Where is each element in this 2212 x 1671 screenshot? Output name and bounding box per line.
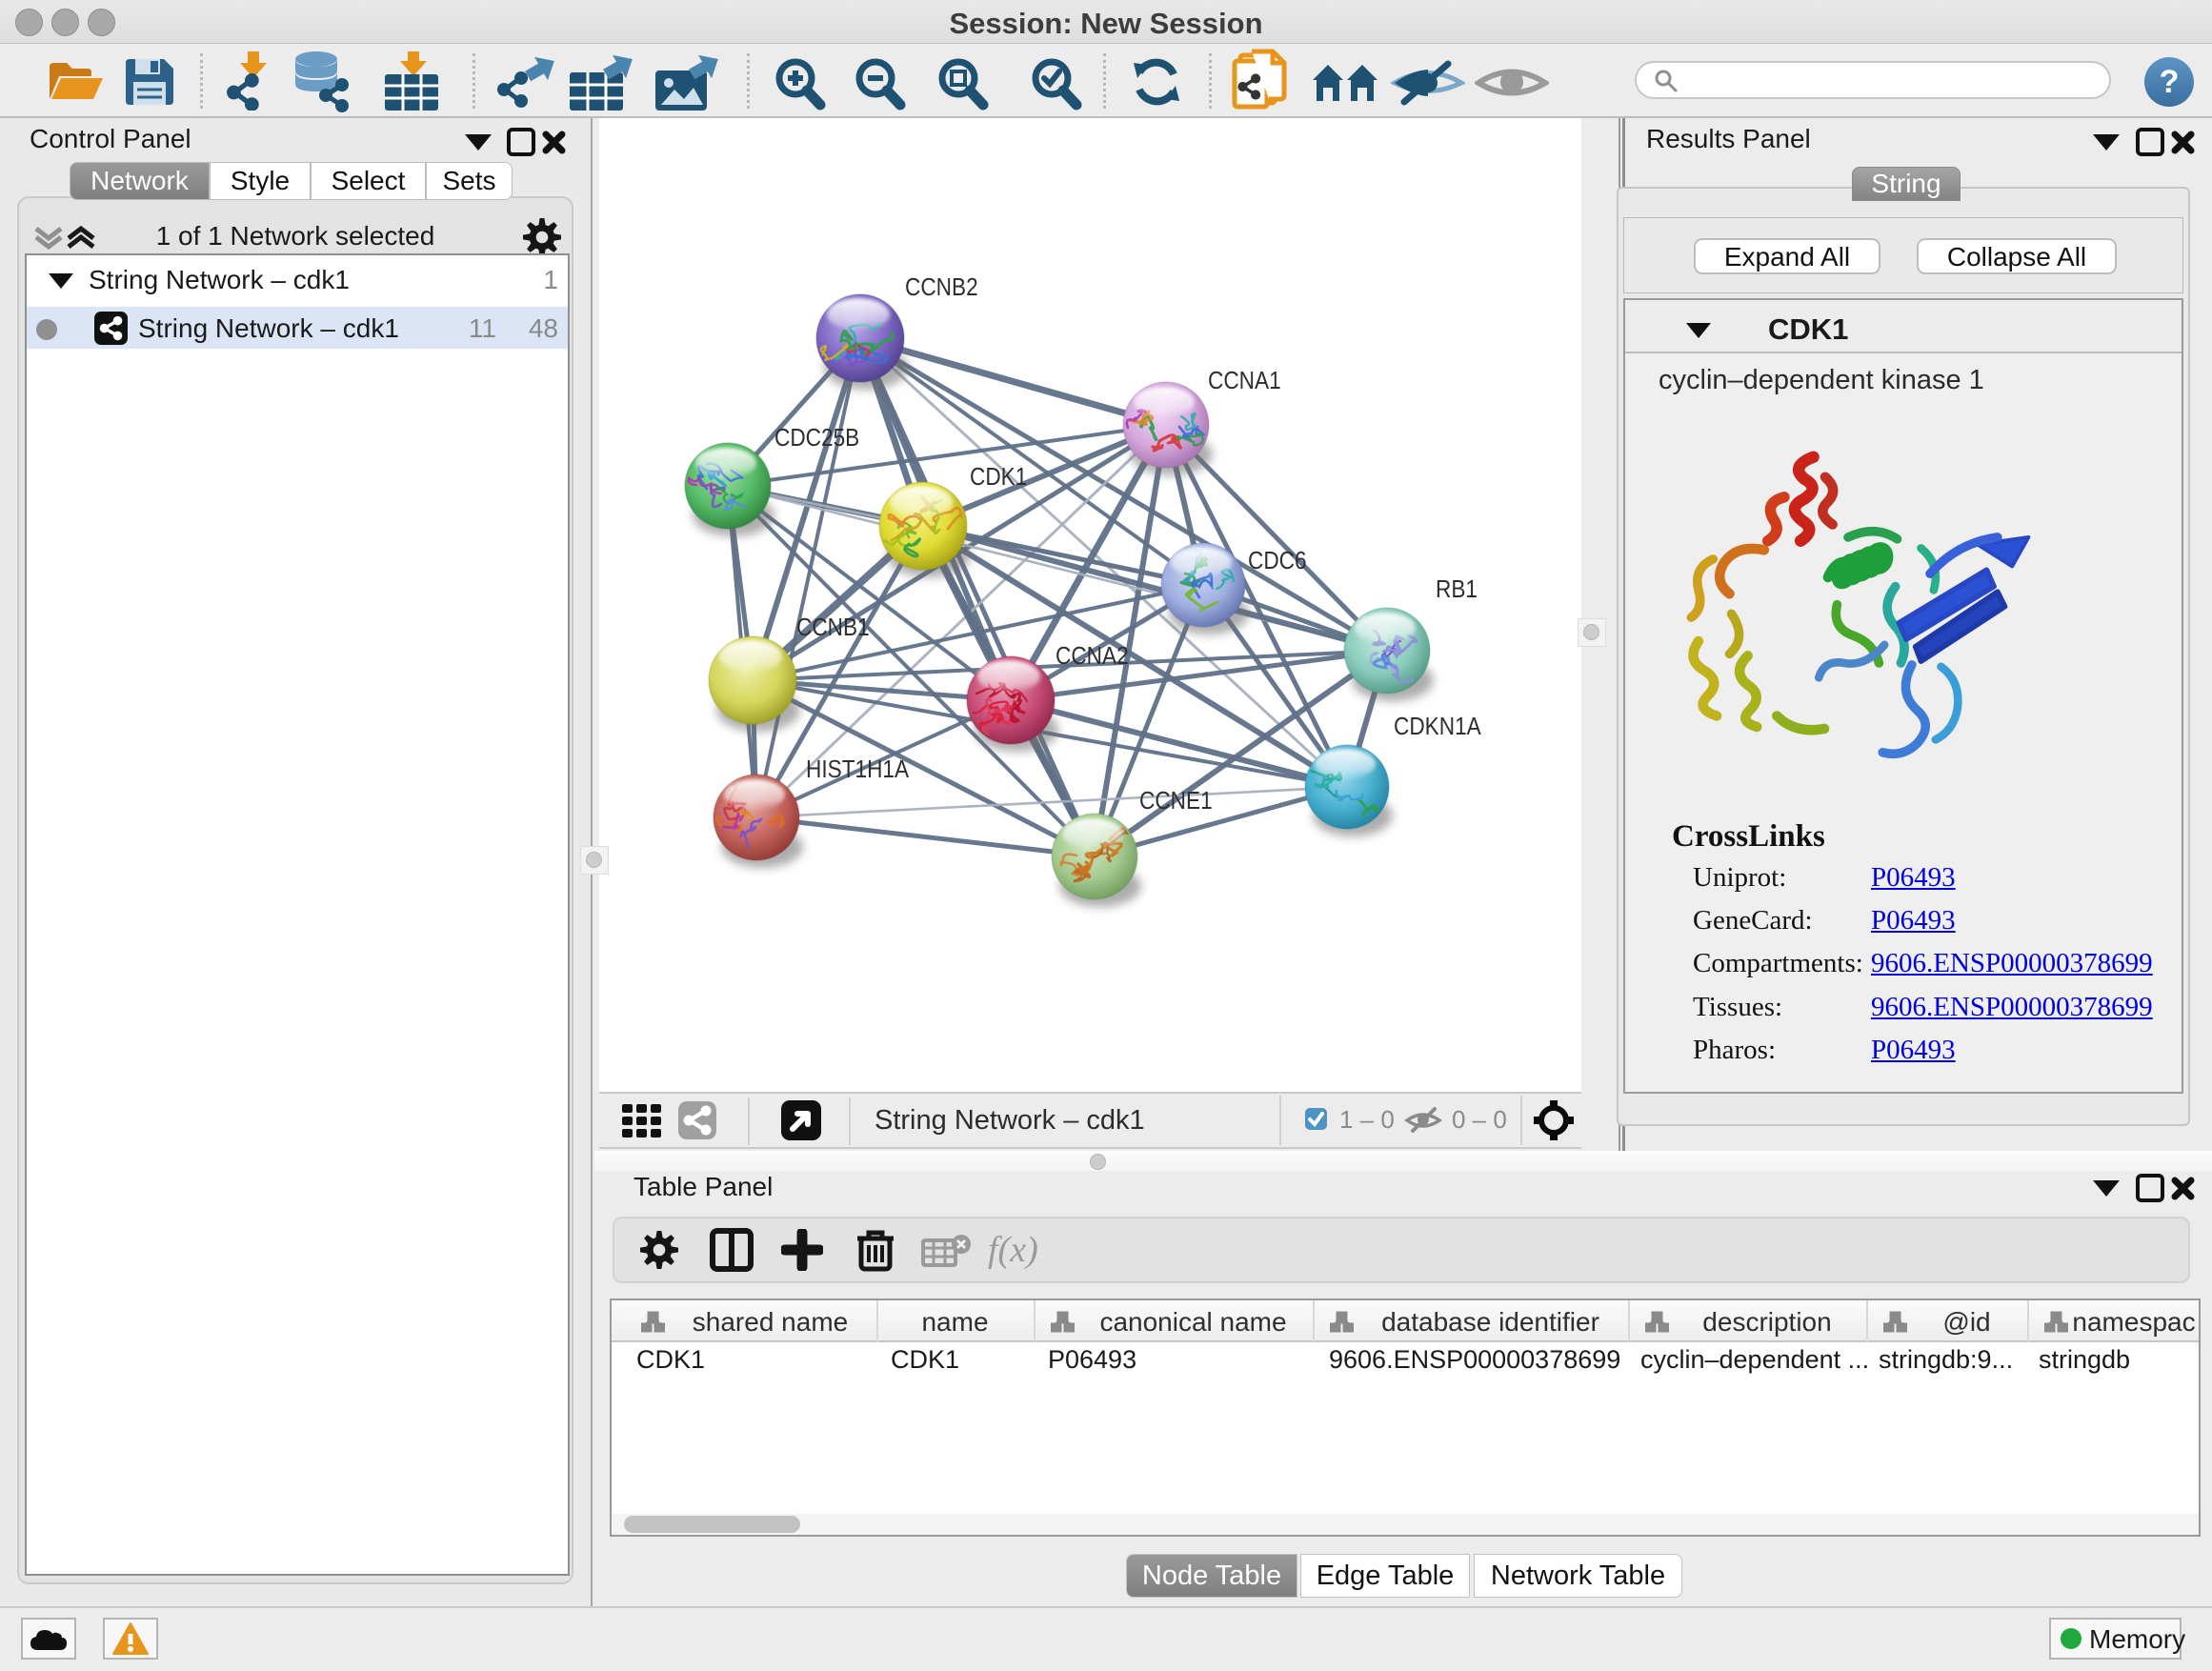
svg-text:CDK1: CDK1 [970,464,1027,492]
svg-text:HIST1H1A: HIST1H1A [806,756,910,784]
svg-text:CDKN1A: CDKN1A [1394,714,1481,741]
svg-text:CCNA2: CCNA2 [1056,643,1129,671]
svg-text:CDC25B: CDC25B [774,425,859,453]
svg-text:CCNA1: CCNA1 [1208,368,1281,395]
svg-text:CCNB1: CCNB1 [796,614,870,642]
svg-text:CDC6: CDC6 [1248,548,1307,575]
svg-text:CCNE1: CCNE1 [1139,788,1213,815]
svg-text:CCNB2: CCNB2 [905,274,978,302]
svg-text:RB1: RB1 [1436,576,1478,604]
